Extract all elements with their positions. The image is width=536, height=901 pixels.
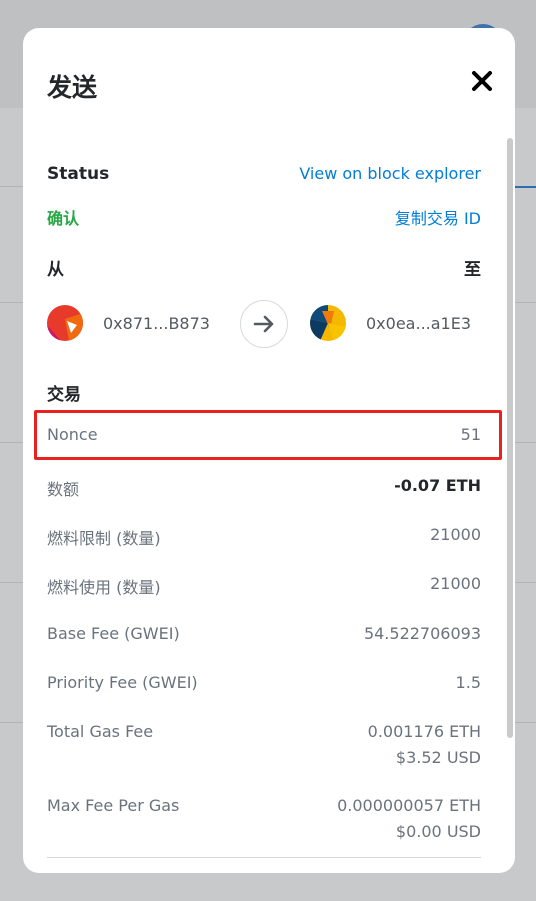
gas-used-row: 燃料使用 (数量) 21000	[47, 574, 481, 599]
max-fee-per-gas-eth: 0.000000057 ETH	[337, 796, 481, 815]
max-fee-per-gas-usd: $0.00 USD	[395, 822, 481, 841]
arrow-indicator	[240, 300, 288, 348]
gas-limit-value: 21000	[430, 525, 481, 544]
nonce-label: Nonce	[47, 425, 98, 444]
priority-fee-label: Priority Fee (GWEI)	[47, 673, 198, 692]
close-icon	[472, 71, 492, 91]
gas-limit-label: 燃料限制 (数量)	[47, 529, 161, 548]
from-to-labels: 从 至	[47, 255, 481, 280]
status-value-row: 确认 复制交易 ID	[47, 205, 481, 229]
background-tab-indicator	[515, 186, 536, 188]
base-fee-row: Base Fee (GWEI) 54.522706093	[47, 624, 481, 649]
scrollbar-thumb[interactable]	[507, 138, 513, 738]
gas-limit-row: 燃料限制 (数量) 21000	[47, 525, 481, 550]
transaction-section-title: 交易	[47, 385, 81, 405]
to-label: 至	[464, 260, 481, 280]
view-on-block-explorer-link[interactable]: View on block explorer	[299, 164, 481, 183]
from-account-identicon	[47, 305, 83, 341]
total-gas-fee-eth: 0.001176 ETH	[367, 722, 481, 741]
from-account[interactable]: 0x871...B873	[47, 300, 210, 346]
transaction-details-modal: 发送 Status View on block explorer 确认 复制交易…	[23, 28, 515, 873]
to-address: 0x0ea...a1E3	[366, 313, 472, 333]
to-account[interactable]: 0x0ea...a1E3	[310, 300, 471, 346]
max-fee-per-gas-label: Max Fee Per Gas	[47, 796, 180, 815]
gas-used-value: 21000	[430, 574, 481, 593]
arrow-right-icon	[253, 315, 274, 333]
from-label: 从	[47, 260, 64, 280]
from-address: 0x871...B873	[103, 313, 210, 333]
status-badge: 确认	[47, 209, 80, 228]
amount-row: 数额 -0.07 ETH	[47, 476, 481, 501]
amount-value: -0.07 ETH	[394, 476, 481, 495]
section-divider	[47, 857, 481, 858]
gas-used-label: 燃料使用 (数量)	[47, 578, 161, 597]
total-gas-fee-row: Total Gas Fee 0.001176 ETH $3.52 USD	[47, 722, 481, 774]
status-row: Status View on block explorer	[47, 164, 481, 188]
base-fee-value: 54.522706093	[363, 624, 481, 643]
max-fee-per-gas-row: Max Fee Per Gas 0.000000057 ETH $0.00 US…	[47, 796, 481, 848]
to-account-identicon	[310, 305, 346, 341]
amount-label: 数额	[47, 480, 80, 499]
total-gas-fee-label: Total Gas Fee	[47, 722, 154, 741]
priority-fee-row: Priority Fee (GWEI) 1.5	[47, 673, 481, 698]
base-fee-label: Base Fee (GWEI)	[47, 624, 180, 643]
copy-transaction-id-link[interactable]: 复制交易 ID	[395, 205, 481, 229]
priority-fee-value: 1.5	[455, 673, 481, 692]
status-label: Status	[47, 164, 110, 184]
total-gas-fee-usd: $3.52 USD	[395, 748, 481, 767]
nonce-value: 51	[460, 425, 481, 444]
modal-title: 发送	[47, 73, 98, 102]
nonce-row: Nonce 51	[47, 425, 481, 450]
close-button[interactable]	[469, 68, 495, 94]
